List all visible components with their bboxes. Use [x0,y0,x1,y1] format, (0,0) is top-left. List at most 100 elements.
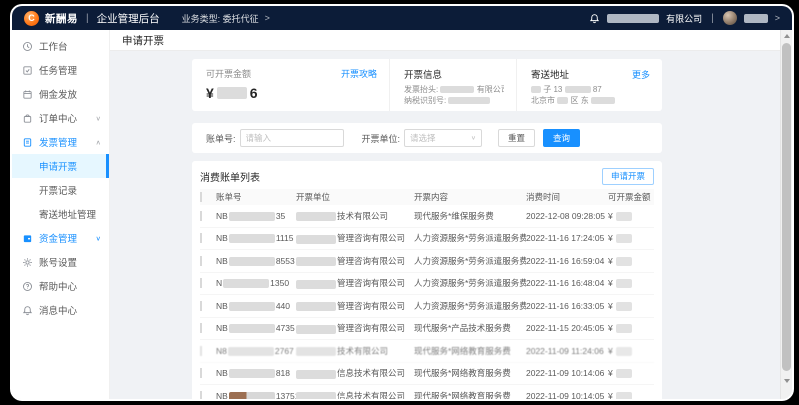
address-city: 北京市 [531,96,555,105]
content-area: 可开票金额 开票攻略 ¥ 6 开票信息 [110,51,792,399]
more-link[interactable]: 更多 [632,68,650,81]
sidebar-item-help-center[interactable]: 帮助中心 [12,274,109,298]
main-area: 申请开票 可开票金额 开票攻略 ¥ 6 [110,30,792,399]
company-cell: 信息技术有限公司 [296,390,414,399]
phone-redacted [565,86,591,93]
invoice-unit-select[interactable]: 请选择 ∨ [404,129,482,147]
company-cell: 技术有限公司 [296,345,414,357]
sidebar-item-funds[interactable]: 资金管理 ∨ [12,226,109,250]
amount-cell: ¥ [608,346,654,356]
vertical-scrollbar[interactable] [780,30,792,399]
search-button[interactable]: 查询 [543,129,580,147]
invoice-guide-link[interactable]: 开票攻略 [341,67,377,80]
amount-cell: ¥ [608,256,654,266]
table-row: NB13751 信息技术有限公司 现代服务*网络教育服务费 2022-11-09… [200,385,654,399]
reset-button[interactable]: 重置 [498,129,535,147]
sidebar-item-account-settings[interactable]: 账号设置 [12,250,109,274]
notification-bell-icon[interactable] [589,13,600,24]
invoice-content-cell: 现代服务*网络教育服务费 [414,345,526,357]
invoice-content-cell: 现代服务*维保服务费 [414,210,526,222]
row-checkbox[interactable] [200,368,202,378]
amount-cell: ¥ [608,233,654,243]
district-redacted [557,97,568,104]
sidebar-item-message-center[interactable]: 消息中心 [12,298,109,322]
summary-card: 可开票金额 开票攻略 ¥ 6 开票信息 [192,59,662,111]
company-name-suffix: 有限公司 [666,12,702,25]
user-menu-chevron-icon[interactable]: > [775,13,780,23]
brand-divider: | [86,13,89,24]
row-checkbox[interactable] [200,346,202,356]
bill-no-redacted [229,392,275,399]
invoice-titleholder-line: 发票抬头: 有限公司 [404,84,504,95]
sidebar-subitem-invoice-records[interactable]: 开票记录 [12,178,109,202]
shipping-address-panel: 寄送地址 更多 子 13 87 北京市 [516,59,662,111]
sidebar-item-invoice[interactable]: 发票管理 ∧ [12,130,109,154]
table-row: NB818 信息技术有限公司 现代服务*网络教育服务费 2022-11-09 1… [200,363,654,386]
amount-cell: ¥ [608,211,654,221]
scrollbar-thumb[interactable] [782,43,791,371]
amount-cell: ¥ [608,323,654,333]
sidebar-subitem-shipping-address[interactable]: 寄送地址管理 [12,202,109,226]
column-header: 消费时间 [526,191,608,203]
help-icon [22,281,33,292]
invoice-content-cell: 人力资源服务*劳务派遣服务费 [414,255,526,267]
bill-no-input[interactable] [240,129,344,147]
consume-time-cell: 2022-12-08 09:28:05 [526,211,608,221]
sidebar-item-workbench[interactable]: 工作台 [12,34,109,58]
table-row: N82767 技术有限公司 现代服务*网络教育服务费 2022-11-09 11… [200,340,654,363]
sidebar-item-tasks[interactable]: 任务管理 [12,58,109,82]
company-cell: 管理咨询有限公司 [296,255,414,267]
app-root: C 新酬易 | 企业管理后台 业务类型: 委托代征 > 有限公司 | > [12,6,792,399]
chevron-up-icon: ∧ [96,138,102,146]
company-redacted [296,212,336,221]
invoice-info-title: 开票信息 [404,67,504,81]
phone-prefix: 13 [553,85,562,94]
business-type-chevron-icon[interactable]: > [265,13,270,23]
scrollbar-up-arrow-icon[interactable] [784,34,790,38]
company-redacted [296,347,336,356]
row-checkbox[interactable] [200,211,202,221]
bill-no-redacted [229,302,275,311]
business-type-label[interactable]: 业务类型: 委托代征 [182,12,259,25]
filter-bar: 账单号: 开票单位: 请选择 ∨ 重置 查询 [192,123,662,153]
row-checkbox[interactable] [200,278,202,288]
row-checkbox[interactable] [200,301,202,311]
column-header: 账单号 [216,191,296,203]
amount-redacted [616,324,632,333]
tax-id-redacted [448,97,490,104]
sidebar-item-commission[interactable]: 佣金发放 [12,82,109,106]
select-all-checkbox[interactable] [200,192,202,202]
sidebar-label: 账号设置 [39,255,77,269]
user-avatar[interactable] [723,11,737,25]
consume-time-cell: 2022-11-15 20:45:05 [526,323,608,333]
invoice-titleholder-label: 发票抬头: [404,85,438,94]
invoiceable-amount-panel: 可开票金额 开票攻略 ¥ 6 [192,59,389,111]
scrollbar-down-arrow-icon[interactable] [784,379,790,383]
row-checkbox[interactable] [200,233,202,243]
bill-no-cell: N82767 [216,346,296,356]
amount-redacted [616,279,632,288]
apply-invoice-button[interactable]: 申请开票 [602,168,654,185]
row-checkbox[interactable] [200,256,202,266]
sidebar-subitem-apply-invoice[interactable]: 申请开票 [12,154,109,178]
recipient-line: 子 13 87 [531,84,650,95]
table-row: NB8553 管理咨询有限公司 人力资源服务*劳务派遣服务费 2022-11-1… [200,250,654,273]
bill-list-title: 消费账单列表 [200,169,260,184]
consume-time-cell: 2022-11-16 16:59:04 [526,256,608,266]
table-row: N1350 管理咨询有限公司 人力资源服务*劳务派遣服务费 2022-11-16… [200,273,654,296]
row-checkbox[interactable] [200,323,202,333]
bill-no-redacted [229,212,275,221]
company-redacted [296,392,336,399]
user-name-redacted [744,14,768,23]
select-chevron-down-icon: ∨ [471,135,476,141]
shipping-address-title: 寄送地址 [531,67,569,81]
sidebar-item-orders[interactable]: 订单中心 ∨ [12,106,109,130]
amount-cell: ¥ [608,278,654,288]
message-bell-icon [22,305,33,316]
phone-suffix: 87 [593,85,602,94]
amount-redacted [616,392,632,399]
invoice-content-cell: 人力资源服务*劳务派遣服务费 [414,277,526,289]
bill-no-cell: NB440 [216,301,296,311]
consume-time-cell: 2022-11-09 10:14:05 [526,391,608,399]
row-checkbox[interactable] [200,391,202,399]
